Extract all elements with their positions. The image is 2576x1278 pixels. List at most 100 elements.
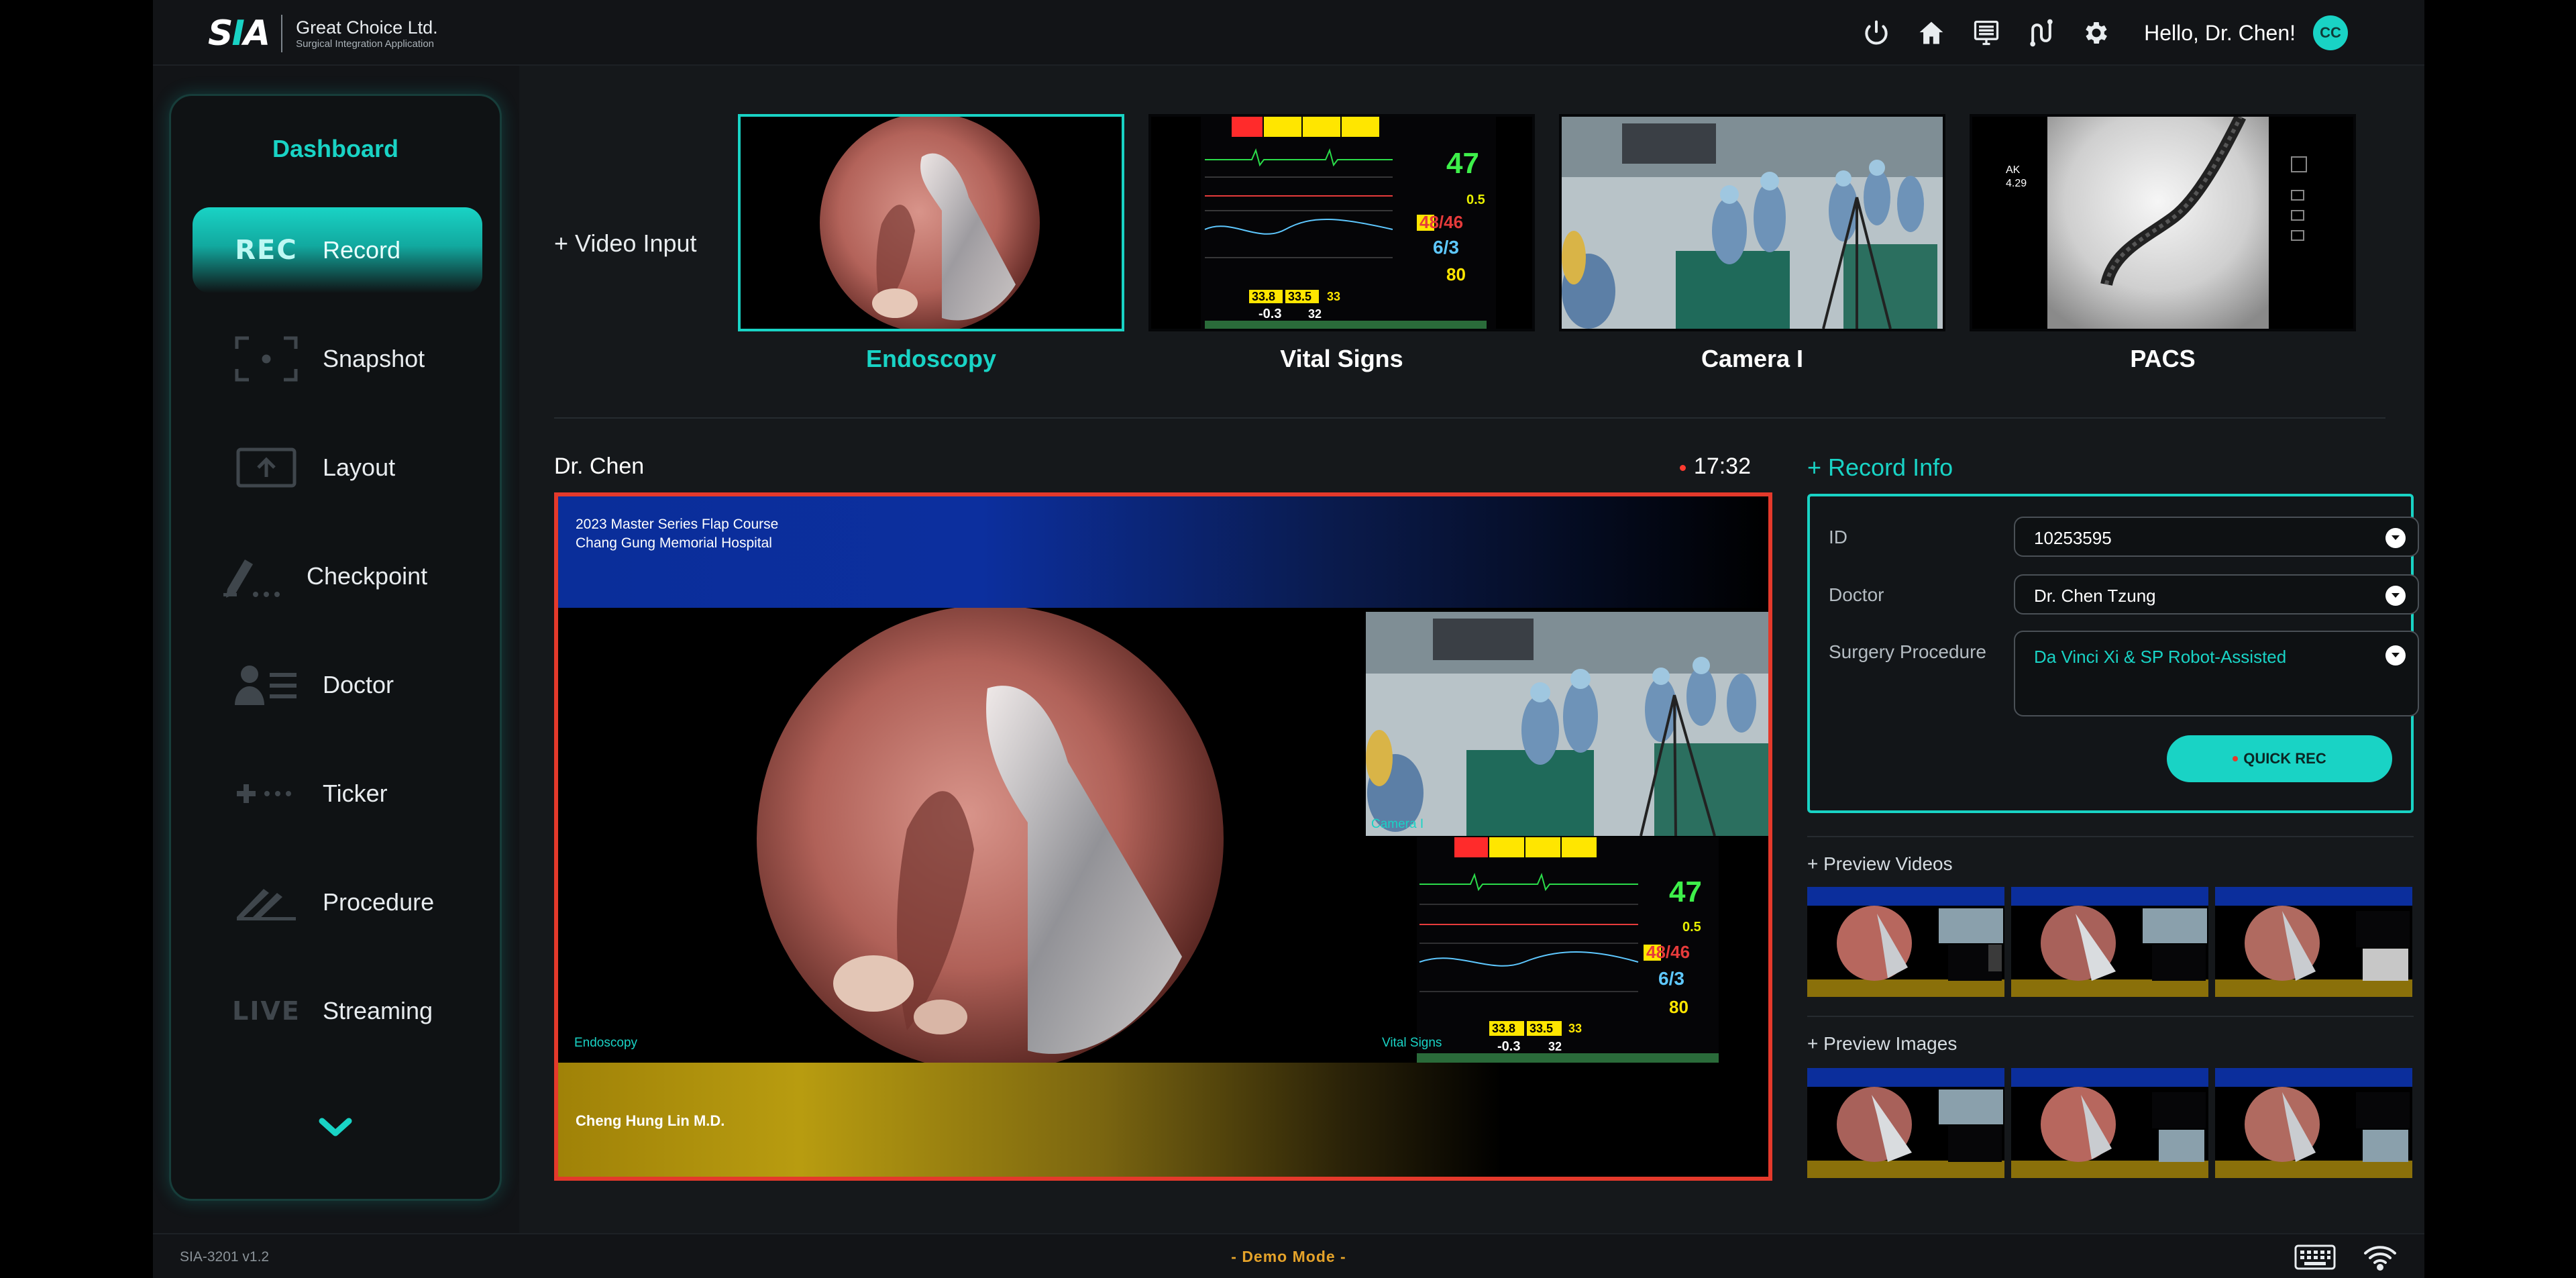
procedure-select[interactable]: Da Vinci Xi & SP Robot-Assisted xyxy=(2014,631,2419,716)
doctor-row: Doctor Dr. Chen Tzung xyxy=(1829,574,2419,615)
snapshot-icon xyxy=(226,335,307,382)
record-info-form: ID 10253595 Doctor Dr. Chen Tzung Surger… xyxy=(1807,494,2419,813)
source-pacs[interactable]: AK 4.29 PACS xyxy=(1970,114,2356,373)
sidebar-item-record[interactable]: REC Record xyxy=(193,207,482,293)
chevron-down-icon[interactable] xyxy=(317,1114,354,1141)
gear-icon[interactable] xyxy=(2078,15,2114,51)
sidebar: Dashboard REC Record Snapshot Layout Che… xyxy=(169,94,502,1201)
preview-video-thumbnail[interactable] xyxy=(1807,887,2004,997)
svg-text:6/3: 6/3 xyxy=(1433,237,1459,258)
sidebar-item-procedure[interactable]: Procedure xyxy=(193,859,482,945)
procedure-label: Surgery Procedure xyxy=(1829,641,1987,662)
recording-preview[interactable]: 2023 Master Series Flap Course Chang Gun… xyxy=(554,492,1772,1181)
wifi-icon[interactable] xyxy=(2363,1244,2398,1274)
checkpoint-icon xyxy=(213,554,293,598)
sidebar-item-checkpoint[interactable]: Checkpoint xyxy=(193,533,482,619)
sidebar-item-label: Record xyxy=(323,236,401,264)
doctor-icon xyxy=(226,663,307,706)
top-bar: SIA Great Choice Ltd. Surgical Integrati… xyxy=(153,0,2424,66)
svg-text:48/46: 48/46 xyxy=(1646,942,1690,962)
record-info-panel: + Record Info ID 10253595 Doctor Dr. Che… xyxy=(1807,454,2419,813)
preview-image-thumbnail[interactable] xyxy=(2215,1068,2412,1178)
caption-camera: Camera I xyxy=(1371,817,1424,831)
monitor-list-icon[interactable] xyxy=(1968,15,2004,51)
chevron-down-icon[interactable] xyxy=(2385,645,2406,665)
svg-text:-0.3: -0.3 xyxy=(1497,1039,1520,1054)
main-panel: + Video Input Endoscopy 47 0.5 48/46 6/3… xyxy=(519,66,2424,1233)
id-label: ID xyxy=(1829,527,1847,547)
sidebar-item-doctor[interactable]: Doctor xyxy=(193,642,482,728)
record-dot-icon xyxy=(2233,756,2239,761)
home-icon[interactable] xyxy=(1913,15,1949,51)
banner-line-1: 2023 Master Series Flap Course xyxy=(576,517,779,532)
chevron-down-icon[interactable] xyxy=(2385,528,2406,548)
sidebar-region: Dashboard REC Record Snapshot Layout Che… xyxy=(153,66,519,1233)
procedure-icon xyxy=(226,884,307,921)
preview-image-thumbnail[interactable] xyxy=(2011,1068,2208,1178)
company-name: Great Choice Ltd. xyxy=(296,17,438,38)
preview-videos-title[interactable]: + Preview Videos xyxy=(1807,853,1953,875)
source-label: Vital Signs xyxy=(1280,345,1403,372)
brand-logo: SIA Great Choice Ltd. Surgical Integrati… xyxy=(208,13,438,54)
demo-mode-indicator: - Demo Mode - xyxy=(1231,1248,1346,1265)
preview-header: Dr. Chen 17:32 xyxy=(554,454,1775,483)
doctor-select[interactable]: Dr. Chen Tzung xyxy=(2014,574,2419,615)
avatar[interactable]: CC xyxy=(2313,15,2348,50)
add-video-input-button[interactable]: + Video Input xyxy=(554,229,697,258)
preview-video-thumbnail[interactable] xyxy=(2011,887,2208,997)
sidebar-item-label: Streaming xyxy=(323,997,433,1024)
id-row: ID 10253595 xyxy=(1829,517,2419,557)
keyboard-icon[interactable] xyxy=(2294,1244,2336,1273)
app-window: SIA Great Choice Ltd. Surgical Integrati… xyxy=(153,0,2424,1278)
ticker-icon xyxy=(226,780,307,807)
id-value: 10253595 xyxy=(2034,528,2112,548)
quick-rec-button[interactable]: QUICK REC xyxy=(2167,735,2392,782)
live-icon: LIVE xyxy=(232,996,301,1026)
chevron-down-icon[interactable] xyxy=(2385,586,2406,606)
sidebar-item-streaming[interactable]: LIVE Streaming xyxy=(193,968,482,1054)
preview-videos-list xyxy=(1807,887,2414,997)
svg-text:32: 32 xyxy=(1548,1040,1562,1053)
source-thumbnail xyxy=(738,114,1124,331)
status-bar: SIA-3201 v1.2 - Demo Mode - xyxy=(153,1233,2424,1278)
svg-text:6/3: 6/3 xyxy=(1658,968,1684,989)
divider xyxy=(1807,836,2414,837)
source-label: PACS xyxy=(2130,345,2196,372)
preview-image-thumbnail[interactable] xyxy=(1807,1068,2004,1178)
power-icon[interactable] xyxy=(1858,15,1894,51)
source-vital-signs[interactable]: 47 0.5 48/46 6/3 80 33.8 33.5 33 -0.3 32… xyxy=(1148,114,1535,373)
svg-text:0.5: 0.5 xyxy=(1682,920,1701,935)
svg-text:80: 80 xyxy=(1446,264,1466,284)
sidebar-item-label: Procedure xyxy=(323,888,435,916)
sidebar-item-snapshot[interactable]: Snapshot xyxy=(193,316,482,402)
divider xyxy=(1807,1016,2414,1017)
sidebar-item-layout[interactable]: Layout xyxy=(193,425,482,511)
source-thumbnail: 47 0.5 48/46 6/3 80 33.8 33.5 33 -0.3 32 xyxy=(1148,114,1535,331)
source-camera-1[interactable]: Camera I xyxy=(1559,114,1945,373)
preview-video-thumbnail[interactable] xyxy=(2215,887,2412,997)
title-banner: 2023 Master Series Flap Course Chang Gun… xyxy=(558,496,1768,608)
id-select[interactable]: 10253595 xyxy=(2014,517,2419,557)
record-info-title[interactable]: + Record Info xyxy=(1807,454,2414,482)
caption-vital-signs: Vital Signs xyxy=(1382,1036,1442,1050)
app-subtitle: Surgical Integration Application xyxy=(296,38,435,50)
svg-text:33.5: 33.5 xyxy=(1288,290,1311,303)
doctor-label: Doctor xyxy=(1829,584,1884,605)
routing-icon[interactable] xyxy=(2023,15,2059,51)
svg-text:47: 47 xyxy=(1446,147,1479,180)
doctor-value: Dr. Chen Tzung xyxy=(2034,586,2156,606)
source-label: Camera I xyxy=(1701,345,1804,372)
rec-icon: REC xyxy=(235,235,298,266)
source-endoscopy[interactable]: Endoscopy xyxy=(738,114,1124,373)
operator-name: Dr. Chen xyxy=(554,454,645,479)
source-label: Endoscopy xyxy=(865,345,997,372)
sidebar-item-ticker[interactable]: Ticker xyxy=(193,751,482,837)
layout-icon xyxy=(226,447,307,488)
sidebar-item-label: Checkpoint xyxy=(307,562,428,590)
svg-text:0.5: 0.5 xyxy=(1466,193,1485,207)
svg-text:AK: AK xyxy=(2006,164,2021,176)
source-thumbnail: AK 4.29 xyxy=(1970,114,2356,331)
user-greeting: Hello, Dr. Chen! xyxy=(2144,20,2296,45)
svg-text:33: 33 xyxy=(1568,1022,1582,1035)
preview-images-title[interactable]: + Preview Images xyxy=(1807,1033,1957,1055)
